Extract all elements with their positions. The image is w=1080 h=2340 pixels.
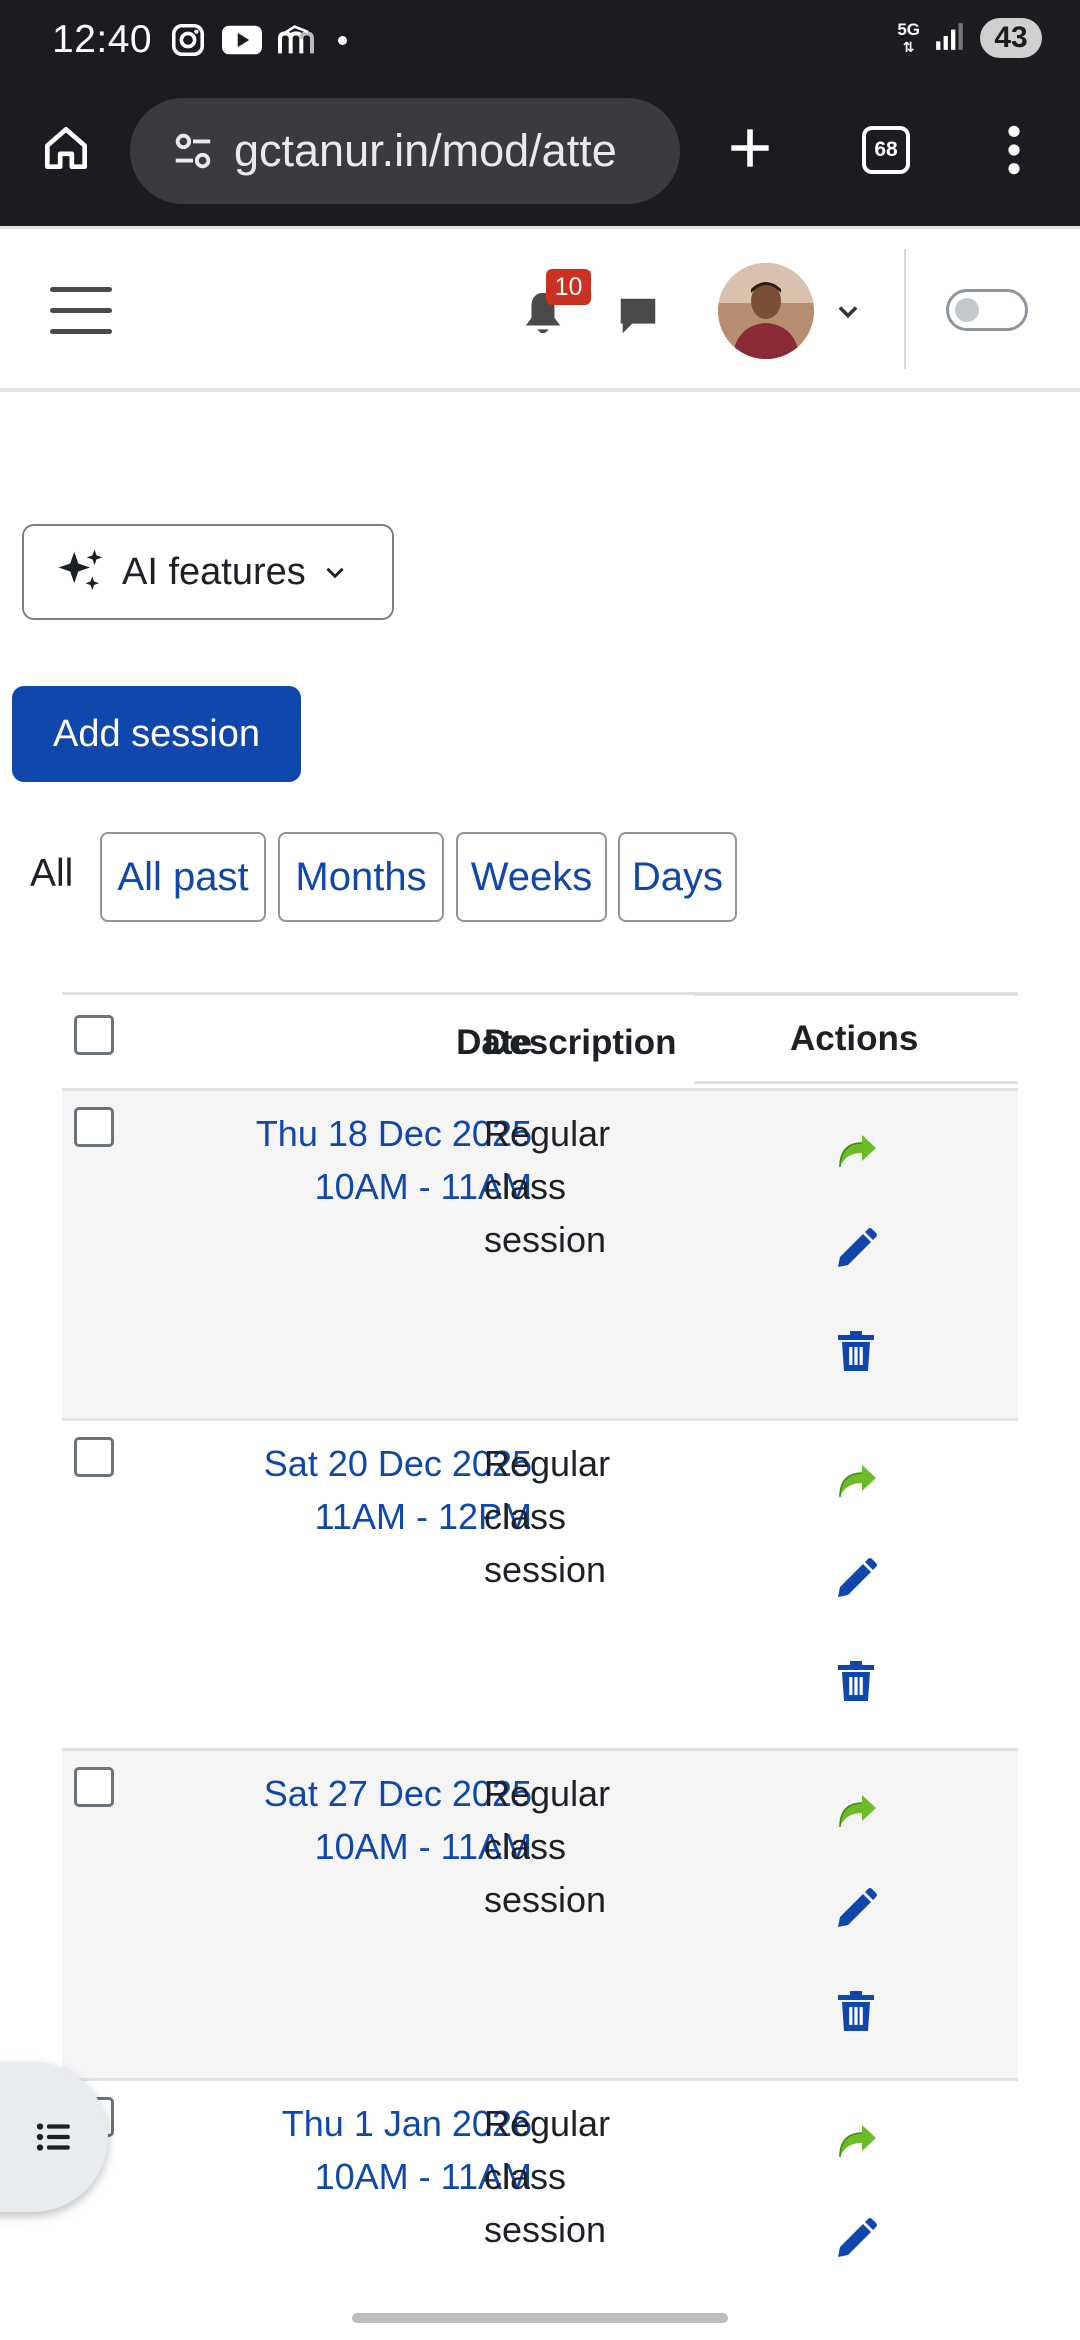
take-attendance-icon[interactable] — [832, 1787, 880, 1835]
edit-pencil-icon[interactable] — [832, 1225, 880, 1273]
status-bar: 12:40 5G ⇅ 43 — [0, 0, 1080, 84]
sessions-table: Date Description Actions Thu 18 Dec 2025… — [62, 992, 1018, 2288]
ai-features-label: AI features — [122, 550, 306, 593]
new-tab-icon[interactable] — [722, 120, 778, 176]
sparkle-icon — [58, 549, 103, 590]
instagram-icon — [168, 20, 208, 60]
session-description: Regular class session — [484, 1443, 611, 1590]
delete-trash-icon[interactable] — [832, 1987, 880, 2035]
edit-mode-toggle[interactable] — [946, 289, 1028, 331]
row-checkbox[interactable] — [74, 1767, 114, 1807]
delete-trash-icon[interactable] — [832, 1657, 880, 1705]
status-system-icons: 5G ⇅ 43 — [897, 18, 1042, 58]
home-icon[interactable] — [38, 120, 94, 176]
add-session-button[interactable]: Add session — [12, 686, 301, 782]
view-filter-months[interactable]: Months — [278, 832, 444, 922]
take-attendance-icon[interactable] — [832, 2117, 880, 2165]
status-notification-icons — [168, 20, 347, 60]
list-icon — [36, 2123, 70, 2151]
site-settings-icon[interactable] — [170, 128, 216, 174]
moodle-icon — [276, 20, 316, 60]
youtube-icon — [222, 20, 262, 60]
table-row: Thu 1 Jan 2026 10AM - 11AM Regular class… — [62, 2078, 1018, 2288]
view-filter-weeks[interactable]: Weeks — [456, 832, 607, 922]
chevron-down-icon — [326, 567, 344, 579]
more-options-icon[interactable] — [1000, 122, 1028, 178]
chevron-down-icon[interactable] — [834, 297, 862, 325]
table-row: Sat 27 Dec 2025 10AM - 11AM Regular clas… — [62, 1748, 1018, 2078]
edit-pencil-icon[interactable] — [832, 1885, 880, 1933]
signal-icon — [934, 20, 966, 57]
view-filter-all-past[interactable]: All past — [100, 832, 266, 922]
take-attendance-icon[interactable] — [832, 1127, 880, 1175]
take-attendance-icon[interactable] — [832, 1457, 880, 1505]
chat-icon[interactable] — [614, 293, 662, 339]
hamburger-menu-icon[interactable] — [50, 287, 112, 337]
url-bar[interactable]: gctanur.in/mod/atte — [130, 98, 680, 204]
network-type: 5G ⇅ — [897, 19, 920, 55]
url-text[interactable]: gctanur.in/mod/atte — [234, 125, 617, 177]
row-checkbox[interactable] — [74, 1437, 114, 1477]
select-all-checkbox[interactable] — [74, 1015, 114, 1055]
ai-features-button[interactable]: AI features — [22, 524, 394, 620]
edit-pencil-icon[interactable] — [832, 2215, 880, 2263]
delete-trash-icon[interactable] — [832, 1327, 880, 1375]
table-header: Date Description Actions — [62, 992, 1018, 1088]
view-filter-current: All — [30, 852, 74, 895]
navbar-divider — [904, 249, 906, 369]
browser-toolbar: gctanur.in/mod/atte 68 — [0, 84, 1080, 226]
row-checkbox[interactable] — [74, 1107, 114, 1147]
view-filter-days[interactable]: Days — [618, 832, 737, 922]
session-description: Regular class session — [484, 1773, 611, 1920]
toggle-knob — [955, 298, 979, 322]
notification-count-badge: 10 — [546, 269, 591, 305]
site-navbar: 10 — [0, 226, 1080, 392]
avatar[interactable] — [718, 263, 814, 359]
battery-icon: 43 — [980, 18, 1042, 58]
column-header-description: Description — [484, 1023, 677, 1062]
notification-dot-icon — [338, 35, 347, 45]
column-header-actions: Actions — [790, 1019, 919, 1058]
session-description: Regular class session — [484, 2103, 611, 2250]
table-row: Sat 20 Dec 2025 11AM - 12PM Regular clas… — [62, 1418, 1018, 1748]
tab-switcher-icon[interactable]: 68 — [862, 126, 910, 174]
gesture-navigation-bar[interactable] — [352, 2313, 728, 2323]
table-row: Thu 18 Dec 2025 10AM - 11AM Regular clas… — [62, 1088, 1018, 1418]
session-description: Regular class session — [484, 1113, 611, 1260]
status-time: 12:40 — [52, 18, 153, 61]
edit-pencil-icon[interactable] — [832, 1555, 880, 1603]
